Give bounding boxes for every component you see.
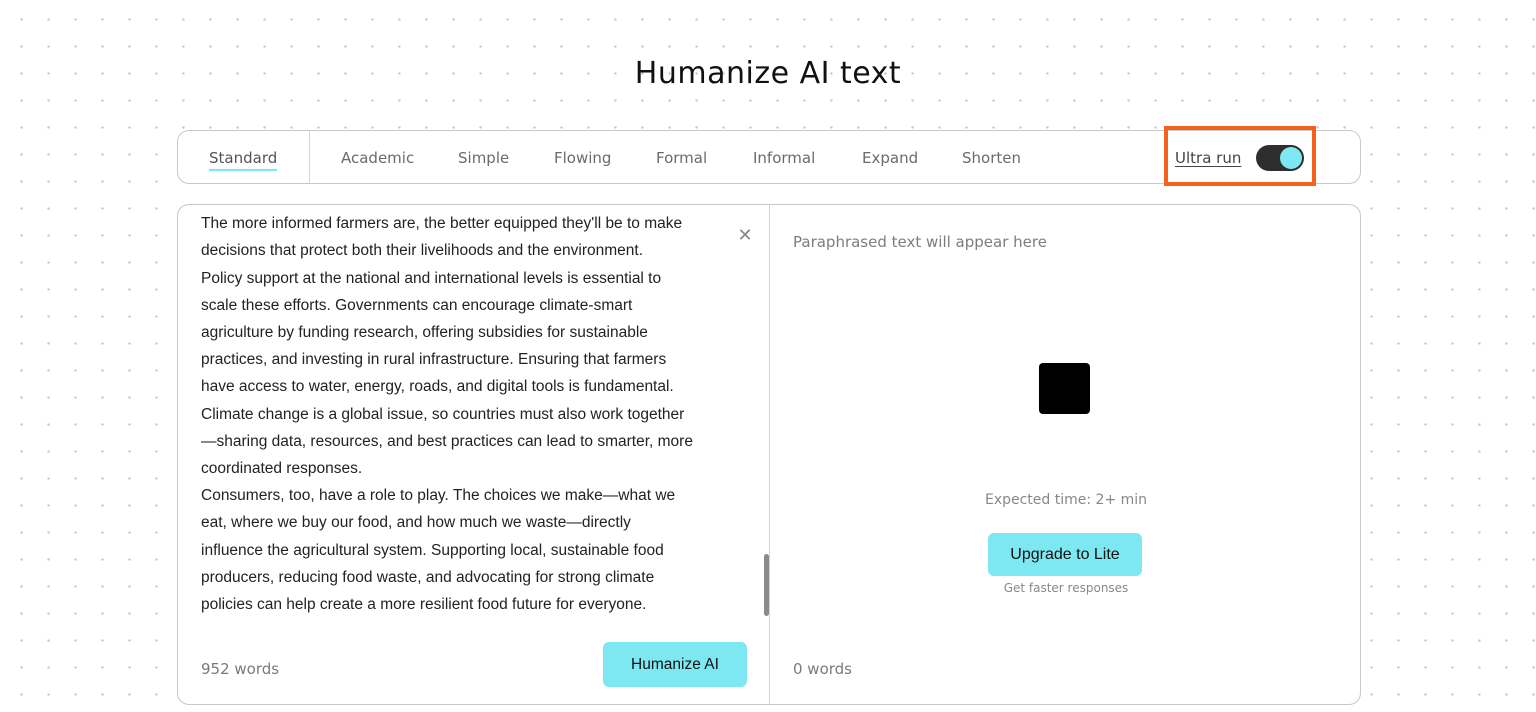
input-text-line: eat, where we buy our food, and how much… xyxy=(201,514,631,532)
input-text-line: producers, reducing food waste, and advo… xyxy=(201,568,655,586)
upgrade-button[interactable]: Upgrade to Lite xyxy=(988,533,1142,576)
tab-formal[interactable]: Formal xyxy=(656,131,707,185)
input-text-line: The more informed farmers are, the bette… xyxy=(201,215,683,233)
tab-expand[interactable]: Expand xyxy=(862,131,918,185)
tab-academic[interactable]: Academic xyxy=(341,131,414,185)
input-textarea[interactable]: online learning platforms can all play a… xyxy=(201,205,736,618)
loading-indicator xyxy=(1039,363,1090,414)
output-word-count: 0 words xyxy=(793,660,852,678)
input-text-line: agriculture by funding research, offerin… xyxy=(201,324,648,342)
tab-divider xyxy=(309,131,310,183)
tab-standard-label: Standard xyxy=(209,149,278,171)
input-text-line: scale these efforts. Governments can enc… xyxy=(201,296,633,314)
ultra-run-label[interactable]: Ultra run xyxy=(1175,131,1241,185)
input-word-count: 952 words xyxy=(201,660,280,678)
input-text-line: —sharing data, resources, and best pract… xyxy=(201,432,693,450)
input-text-line: policies can help create a more resilien… xyxy=(201,596,647,614)
tab-flowing[interactable]: Flowing xyxy=(554,131,611,185)
input-text-line: decisions that protect both their liveli… xyxy=(201,242,644,260)
input-text-line: influence the agricultural system. Suppo… xyxy=(201,541,664,559)
tab-informal[interactable]: Informal xyxy=(753,131,815,185)
mode-tab-bar: Standard Academic Simple Flowing Formal … xyxy=(177,126,1361,186)
page-title: Humanize AI text xyxy=(634,56,902,91)
editor-panel: online learning platforms can all play a… xyxy=(177,204,1361,705)
panel-divider xyxy=(769,205,770,704)
input-text-line: Climate change is a global issue, so cou… xyxy=(201,405,685,423)
input-text-line: have access to water, energy, roads, and… xyxy=(201,378,674,396)
tab-shorten[interactable]: Shorten xyxy=(962,131,1021,185)
output-placeholder: Paraphrased text will appear here xyxy=(793,233,1047,251)
humanize-button[interactable]: Humanize AI xyxy=(603,642,747,687)
tab-standard[interactable]: Standard xyxy=(209,131,278,185)
expected-time: Expected time: 2+ min xyxy=(984,492,1148,508)
input-text-line: coordinated responses. xyxy=(201,460,363,478)
input-text-line: Policy support at the national and inter… xyxy=(201,269,662,287)
upgrade-note: Get faster responses xyxy=(1003,581,1129,595)
close-icon[interactable]: ✕ xyxy=(736,227,754,245)
input-text-line: practices, and investing in rural infras… xyxy=(201,351,667,369)
tab-simple[interactable]: Simple xyxy=(458,131,509,185)
ultra-run-toggle[interactable] xyxy=(1256,145,1304,171)
toggle-knob xyxy=(1280,147,1302,169)
input-text-line: Consumers, too, have a role to play. The… xyxy=(201,487,676,505)
